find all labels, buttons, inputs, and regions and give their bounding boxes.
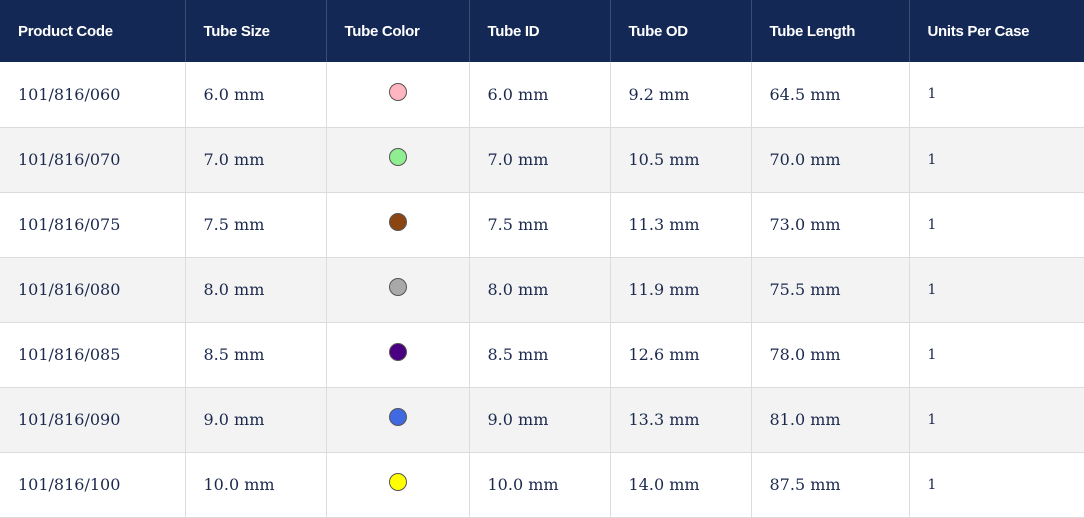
tube-length-cell: 64.5 mm (751, 62, 910, 128)
tube-color-cell (326, 452, 470, 518)
tube-size-cell: 8.0 mm (185, 257, 327, 323)
tube-length-cell: 78.0 mm (751, 322, 910, 388)
tube-size-cell: 8.5 mm (185, 322, 327, 388)
units-per-case-cell: 1 (909, 387, 1084, 453)
product-code-cell: 101/816/090 (0, 387, 186, 453)
units-per-case-cell: 1 (909, 192, 1084, 258)
product-code-cell: 101/816/080 (0, 257, 186, 323)
product-code-cell: 101/816/085 (0, 322, 186, 388)
header-tube-length: Tube Length (751, 0, 910, 62)
units-per-case-cell: 1 (909, 62, 1084, 128)
tube-od-cell: 12.6 mm (610, 322, 752, 388)
header-row: Product Code Tube Size Tube Color Tube I… (0, 0, 1084, 62)
header-tube-od: Tube OD (610, 0, 752, 62)
color-swatch (388, 148, 407, 167)
tube-color-cell (326, 387, 470, 453)
product-code-cell: 101/816/100 (0, 452, 186, 518)
tube-size-cell: 7.5 mm (185, 192, 327, 258)
tube-length-cell: 81.0 mm (751, 387, 910, 453)
tube-length-cell: 73.0 mm (751, 192, 910, 258)
tube-spec-table: Product Code Tube Size Tube Color Tube I… (0, 0, 1084, 518)
product-code-cell: 101/816/070 (0, 127, 186, 193)
table-row: 101/816/060 6.0 mm 6.0 mm 9.2 mm 64.5 mm… (0, 62, 1084, 128)
units-per-case-cell: 1 (909, 322, 1084, 388)
tube-od-cell: 9.2 mm (610, 62, 752, 128)
tube-id-cell: 8.5 mm (469, 322, 611, 388)
table-row: 101/816/085 8.5 mm 8.5 mm 12.6 mm 78.0 m… (0, 322, 1084, 388)
color-swatch (388, 213, 407, 232)
tube-size-cell: 7.0 mm (185, 127, 327, 193)
tube-size-cell: 10.0 mm (185, 452, 327, 518)
tube-color-cell (326, 127, 470, 193)
color-swatch (388, 83, 407, 101)
color-swatch (388, 408, 407, 427)
color-swatch (388, 343, 407, 362)
units-per-case-cell: 1 (909, 452, 1084, 518)
table-body: 101/816/060 6.0 mm 6.0 mm 9.2 mm 64.5 mm… (0, 62, 1084, 518)
units-per-case-cell: 1 (909, 127, 1084, 193)
tube-length-cell: 75.5 mm (751, 257, 910, 323)
color-swatch (388, 473, 407, 492)
tube-color-cell (326, 257, 470, 323)
tube-color-cell (326, 322, 470, 388)
tube-id-cell: 8.0 mm (469, 257, 611, 323)
tube-id-cell: 6.0 mm (469, 62, 611, 128)
product-code-cell: 101/816/075 (0, 192, 186, 258)
tube-od-cell: 13.3 mm (610, 387, 752, 453)
table-row: 101/816/075 7.5 mm 7.5 mm 11.3 mm 73.0 m… (0, 192, 1084, 258)
tube-id-cell: 7.0 mm (469, 127, 611, 193)
table-header: Product Code Tube Size Tube Color Tube I… (0, 0, 1084, 62)
header-product-code: Product Code (0, 0, 186, 62)
tube-od-cell: 10.5 mm (610, 127, 752, 193)
color-swatch (388, 278, 407, 297)
header-tube-id: Tube ID (469, 0, 611, 62)
header-tube-size: Tube Size (185, 0, 327, 62)
tube-id-cell: 7.5 mm (469, 192, 611, 258)
table-row: 101/816/080 8.0 mm 8.0 mm 11.9 mm 75.5 m… (0, 257, 1084, 323)
tube-od-cell: 11.3 mm (610, 192, 752, 258)
tube-od-cell: 11.9 mm (610, 257, 752, 323)
tube-size-cell: 9.0 mm (185, 387, 327, 453)
tube-color-cell (326, 192, 470, 258)
units-per-case-cell: 1 (909, 257, 1084, 323)
tube-color-cell (326, 62, 470, 128)
tube-length-cell: 70.0 mm (751, 127, 910, 193)
header-tube-color: Tube Color (326, 0, 470, 62)
header-units-per-case: Units Per Case (909, 0, 1084, 62)
tube-id-cell: 10.0 mm (469, 452, 611, 518)
product-code-cell: 101/816/060 (0, 62, 186, 128)
table-row: 101/816/100 10.0 mm 10.0 mm 14.0 mm 87.5… (0, 452, 1084, 518)
table-row: 101/816/070 7.0 mm 7.0 mm 10.5 mm 70.0 m… (0, 127, 1084, 193)
tube-od-cell: 14.0 mm (610, 452, 752, 518)
tube-size-cell: 6.0 mm (185, 62, 327, 128)
tube-length-cell: 87.5 mm (751, 452, 910, 518)
tube-id-cell: 9.0 mm (469, 387, 611, 453)
table-row: 101/816/090 9.0 mm 9.0 mm 13.3 mm 81.0 m… (0, 387, 1084, 453)
